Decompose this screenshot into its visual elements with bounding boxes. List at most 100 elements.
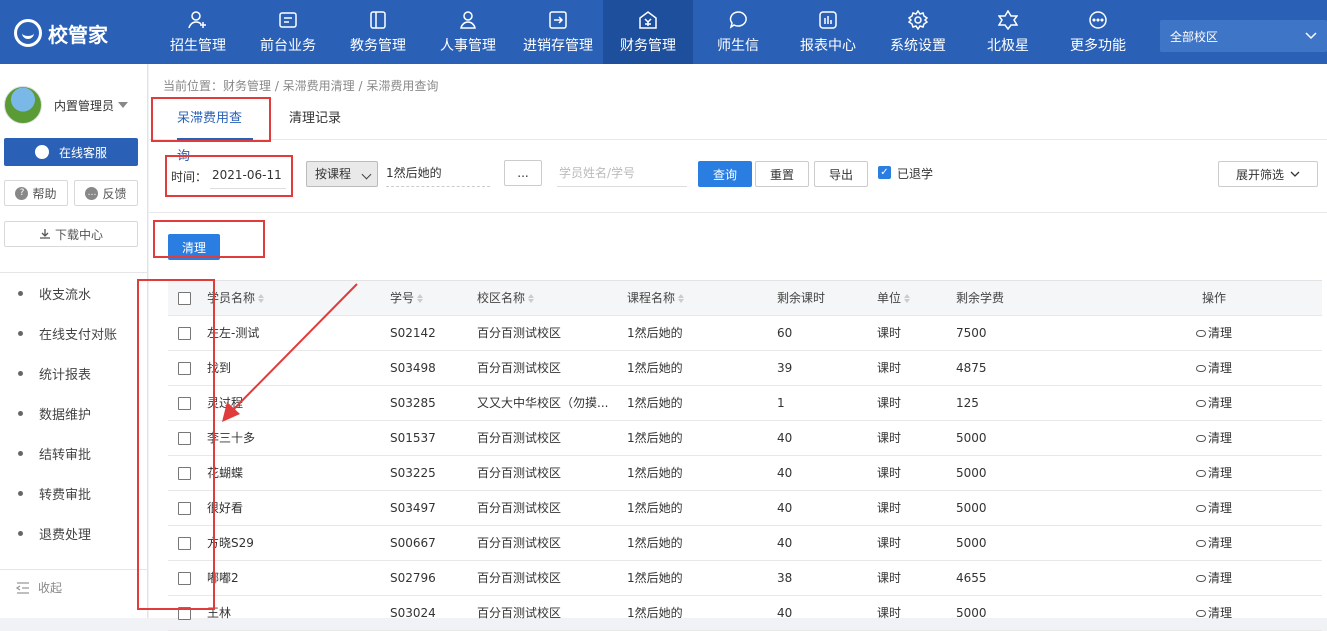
cell-unit: 课时	[877, 606, 902, 620]
feedback-button[interactable]: … 反馈	[74, 180, 138, 206]
gear-icon	[908, 9, 928, 30]
eye-icon	[1196, 610, 1206, 617]
header-remaining-fee: 剩余学费	[956, 291, 1005, 305]
table-row[interactable]: 灵过程 S03285 又又大中华校区（勿摸... 1然后她的 1 课时 125 清理	[168, 386, 1322, 421]
cell-remaining-hours: 40	[777, 431, 793, 445]
star-icon	[998, 9, 1018, 30]
student-search-input[interactable]: 学员姓名/学号	[557, 161, 687, 187]
nav-item-hr[interactable]: 人事管理	[423, 0, 513, 64]
header-campus[interactable]: 校区名称	[477, 281, 534, 316]
table-row[interactable]: 李三十多 S01537 百分百测试校区 1然后她的 40 课时 5000 清理	[168, 421, 1322, 456]
table-row[interactable]: 左左-测试 S02142 百分百测试校区 1然后她的 60 课时 7500 清理	[168, 316, 1322, 351]
reset-button[interactable]: 重置	[755, 161, 809, 187]
help-button[interactable]: ? 帮助	[4, 180, 68, 206]
cell-student-id: S02142	[390, 326, 436, 340]
nav-item-reports[interactable]: 报表中心	[783, 0, 873, 64]
header-course[interactable]: 课程名称	[627, 281, 684, 316]
sidebar-item-refund[interactable]: 退费处理	[0, 513, 148, 553]
cell-remaining-hours: 40	[777, 501, 793, 515]
nav-item-academic[interactable]: 教务管理	[333, 0, 423, 64]
online-service-button[interactable]: 在线客服	[4, 138, 138, 166]
clean-row-button[interactable]: 清理	[1196, 456, 1232, 491]
nav-item-finance[interactable]: 财务管理	[603, 0, 693, 64]
nav-item-polaris[interactable]: 北极星	[963, 0, 1053, 64]
cell-course-name: 1然后她的	[627, 501, 683, 515]
collapse-sidebar-button[interactable]: 收起	[0, 569, 148, 605]
clean-row-button[interactable]: 清理	[1196, 316, 1232, 351]
expand-filter-button[interactable]: 展开筛选	[1218, 161, 1318, 187]
cell-remaining-hours: 40	[777, 536, 793, 550]
nav-item-messages[interactable]: 师生信	[693, 0, 783, 64]
query-button[interactable]: 查询	[698, 161, 752, 187]
cell-remaining-hours: 39	[777, 361, 793, 375]
eye-icon	[1196, 330, 1206, 337]
clean-row-button[interactable]: 清理	[1196, 596, 1232, 631]
table-row[interactable]: 花蝴蝶 S03225 百分百测试校区 1然后她的 40 课时 5000 清理	[168, 456, 1322, 491]
cell-course-name: 1然后她的	[627, 536, 683, 550]
divider	[149, 212, 1327, 213]
cell-unit: 课时	[877, 326, 902, 340]
cell-campus-name: 百分百测试校区	[477, 361, 562, 375]
eye-icon	[1196, 400, 1206, 407]
header-remaining-hours: 剩余课时	[777, 291, 826, 305]
cell-course-name: 1然后她的	[627, 571, 683, 585]
nav-item-settings[interactable]: 系统设置	[873, 0, 963, 64]
table-row[interactable]: 方晓S29 S00667 百分百测试校区 1然后她的 40 课时 5000 清理	[168, 526, 1322, 561]
breadcrumb: 当前位置：财务管理 / 呆滞费用清理 / 呆滞费用查询	[163, 79, 439, 93]
export-button[interactable]: 导出	[814, 161, 868, 187]
cell-remaining-hours: 60	[777, 326, 793, 340]
clean-row-button[interactable]: 清理	[1196, 351, 1232, 386]
logo[interactable]: 校管家	[14, 18, 108, 48]
inventory-icon	[548, 10, 568, 30]
clean-row-button[interactable]: 清理	[1196, 421, 1232, 456]
header-unit[interactable]: 单位	[877, 281, 910, 316]
chevron-down-icon	[1305, 29, 1317, 43]
campus-select[interactable]: 全部校区	[1160, 20, 1327, 52]
cell-campus-name: 百分百测试校区	[477, 606, 562, 620]
table-row[interactable]: 找到 S03498 百分百测试校区 1然后她的 39 课时 4875 清理	[168, 351, 1322, 386]
clean-row-button[interactable]: 清理	[1196, 526, 1232, 561]
sidebar-item-fee-transfer[interactable]: 转费审批	[0, 473, 148, 513]
cell-student-id: S03024	[390, 606, 436, 620]
cell-campus-name: 百分百测试校区	[477, 501, 562, 515]
table-row[interactable]: 王林 S03024 百分百测试校区 1然后她的 40 课时 5000 清理	[168, 596, 1322, 631]
sidebar-item-statistics[interactable]: 统计报表	[0, 353, 148, 393]
clean-row-button[interactable]: 清理	[1196, 386, 1232, 421]
cell-student-id: S03498	[390, 361, 436, 375]
nav-item-enrollment[interactable]: 招生管理	[153, 0, 243, 64]
nav-item-inventory[interactable]: 进销存管理	[513, 0, 603, 64]
book-icon	[368, 10, 388, 30]
person-icon	[458, 10, 478, 30]
eye-icon	[1196, 575, 1206, 582]
course-mode-select[interactable]: 按课程	[306, 161, 378, 187]
nav-item-reception[interactable]: 前台业务	[243, 0, 333, 64]
header-student-id[interactable]: 学号	[390, 281, 423, 316]
eye-icon	[1196, 365, 1206, 372]
cell-unit: 课时	[877, 536, 902, 550]
sidebar-item-cash-flow[interactable]: 收支流水	[0, 273, 148, 313]
table-row[interactable]: 很好看 S03497 百分百测试校区 1然后她的 40 课时 5000 清理	[168, 491, 1322, 526]
highlight-box-date	[165, 155, 293, 197]
idle-fee-table: 学员名称 学号 校区名称 课程名称 剩余课时 单位 剩余学费 操作 左左-测试 S…	[168, 280, 1322, 631]
brand-name: 校管家	[48, 22, 108, 47]
nav-item-more[interactable]: 更多功能	[1053, 0, 1143, 64]
table-row[interactable]: 嘟嘟2 S02796 百分百测试校区 1然后她的 38 课时 4655 清理	[168, 561, 1322, 596]
main-nav: 招生管理 前台业务 教务管理 人事管理 进销存管理 财务管理 师生信 报表中心	[153, 0, 1143, 64]
download-center-button[interactable]: 下载中心	[4, 221, 138, 247]
sort-icon	[904, 294, 910, 303]
sidebar-item-online-payment[interactable]: 在线支付对账	[0, 313, 148, 353]
header-student-name[interactable]: 学员名称	[207, 281, 264, 316]
clean-row-button[interactable]: 清理	[1196, 491, 1232, 526]
user-profile[interactable]: 内置管理员	[4, 86, 129, 124]
withdrawn-checkbox[interactable]: ✓	[878, 166, 891, 179]
tab-clean-records[interactable]: 清理记录	[289, 100, 341, 140]
sort-icon	[678, 294, 684, 303]
user-name: 内置管理员	[54, 98, 115, 113]
sidebar-item-transfer-approval[interactable]: 结转审批	[0, 433, 148, 473]
clean-row-button[interactable]: 清理	[1196, 561, 1232, 596]
course-field[interactable]: 1然后她的	[386, 161, 490, 187]
cell-course-name: 1然后她的	[627, 396, 683, 410]
course-picker-button[interactable]: ...	[504, 160, 542, 186]
cell-unit: 课时	[877, 361, 902, 375]
sidebar-item-data-maintenance[interactable]: 数据维护	[0, 393, 148, 433]
